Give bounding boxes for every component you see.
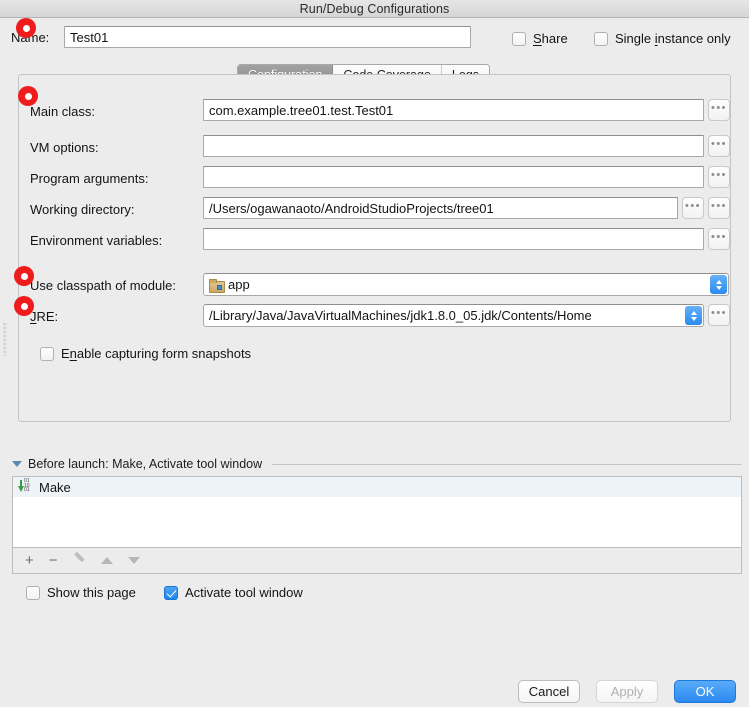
ok-button[interactable]: OK: [674, 680, 736, 703]
marker-classpath: [14, 266, 34, 286]
before-launch-item-label: Make: [39, 479, 71, 495]
name-input[interactable]: [64, 26, 471, 48]
show-this-page-checkbox-box[interactable]: [26, 585, 40, 600]
marker-main-class: [18, 86, 38, 106]
share-checkbox[interactable]: Share: [512, 31, 568, 46]
apply-button[interactable]: Apply: [596, 680, 658, 703]
resize-grip[interactable]: [3, 322, 7, 356]
marker-name-field: [16, 18, 36, 38]
single-instance-checkbox-label: Single instance only: [615, 31, 731, 46]
jre-value: /Library/Java/JavaVirtualMachines/jdk1.8…: [209, 308, 592, 323]
program-arguments-label: Program arguments:: [30, 171, 149, 186]
chevron-down-icon[interactable]: [12, 461, 22, 467]
folder-module-icon: [209, 278, 225, 293]
program-arguments-browse-button[interactable]: •••: [708, 166, 730, 188]
environment-variables-browse-button[interactable]: •••: [708, 228, 730, 250]
environment-variables-label: Environment variables:: [30, 233, 163, 248]
main-class-browse-button[interactable]: •••: [708, 99, 730, 121]
classpath-stepper[interactable]: [710, 275, 727, 294]
enable-form-snapshots-label: Enable capturing form snapshots: [61, 346, 252, 361]
environment-variables-input[interactable]: [203, 228, 704, 250]
before-launch-toolbar[interactable]: + −: [12, 548, 742, 574]
jre-label: JRE:: [30, 309, 58, 324]
jre-label-rest: RE:: [36, 309, 59, 324]
window-titlebar: Run/Debug Configurations: [0, 0, 749, 18]
single-instance-checkbox-box[interactable]: [594, 31, 608, 46]
before-launch-list[interactable]: 01 10 01 Make: [12, 476, 742, 548]
list-item[interactable]: 01 10 01 Make: [13, 477, 741, 497]
before-launch-title: Before launch: Make, Activate tool windo…: [28, 457, 263, 471]
working-directory-label: Working directory:: [30, 202, 135, 217]
working-directory-browse-button[interactable]: •••: [708, 197, 730, 219]
enable-form-snapshots-checkbox-box[interactable]: [40, 346, 54, 361]
vm-options-label: VM options:: [30, 140, 99, 155]
remove-icon[interactable]: −: [49, 553, 58, 568]
jre-browse-button[interactable]: •••: [708, 304, 730, 326]
working-directory-input[interactable]: [203, 197, 678, 219]
edit-icon: [73, 554, 86, 567]
share-checkbox-label: Share: [533, 31, 568, 46]
cancel-button[interactable]: Cancel: [518, 680, 580, 703]
move-up-icon: [100, 557, 113, 564]
jre-combobox[interactable]: /Library/Java/JavaVirtualMachines/jdk1.8…: [203, 304, 704, 327]
snapshots-mnemonic: n: [69, 346, 77, 361]
show-this-page-label: Show this page: [47, 585, 136, 600]
activate-tool-window-label: Activate tool window: [185, 585, 303, 600]
working-directory-macro-button[interactable]: •••: [682, 197, 704, 219]
program-arguments-input[interactable]: [203, 166, 704, 188]
main-class-label: Main class:: [30, 104, 96, 119]
vm-options-browse-button[interactable]: •••: [708, 135, 730, 157]
marker-jre: [14, 296, 34, 316]
classpath-label: Use classpath of module:: [30, 278, 176, 293]
before-launch-rule: [272, 463, 742, 465]
single-instance-checkbox[interactable]: Single instance only: [594, 31, 731, 46]
classpath-combobox[interactable]: app: [203, 273, 729, 296]
activate-tool-window-checkbox-box[interactable]: [164, 585, 178, 600]
before-launch-header[interactable]: Before launch: Make, Activate tool windo…: [12, 456, 742, 472]
enable-form-snapshots-checkbox[interactable]: Enable capturing form snapshots: [40, 346, 251, 361]
activate-tool-window-checkbox[interactable]: Activate tool window: [164, 585, 303, 600]
main-class-input[interactable]: [203, 99, 704, 121]
move-down-icon: [127, 557, 140, 564]
classpath-value: app: [228, 277, 250, 292]
share-mnemonic: S: [533, 31, 542, 46]
jre-stepper[interactable]: [685, 306, 702, 325]
share-checkbox-box[interactable]: [512, 31, 526, 46]
compile-icon: 01 10 01: [18, 479, 33, 494]
show-this-page-checkbox[interactable]: Show this page: [26, 585, 136, 600]
window-title: Run/Debug Configurations: [299, 1, 450, 16]
vm-options-input[interactable]: [203, 135, 704, 157]
add-icon[interactable]: +: [25, 553, 34, 568]
